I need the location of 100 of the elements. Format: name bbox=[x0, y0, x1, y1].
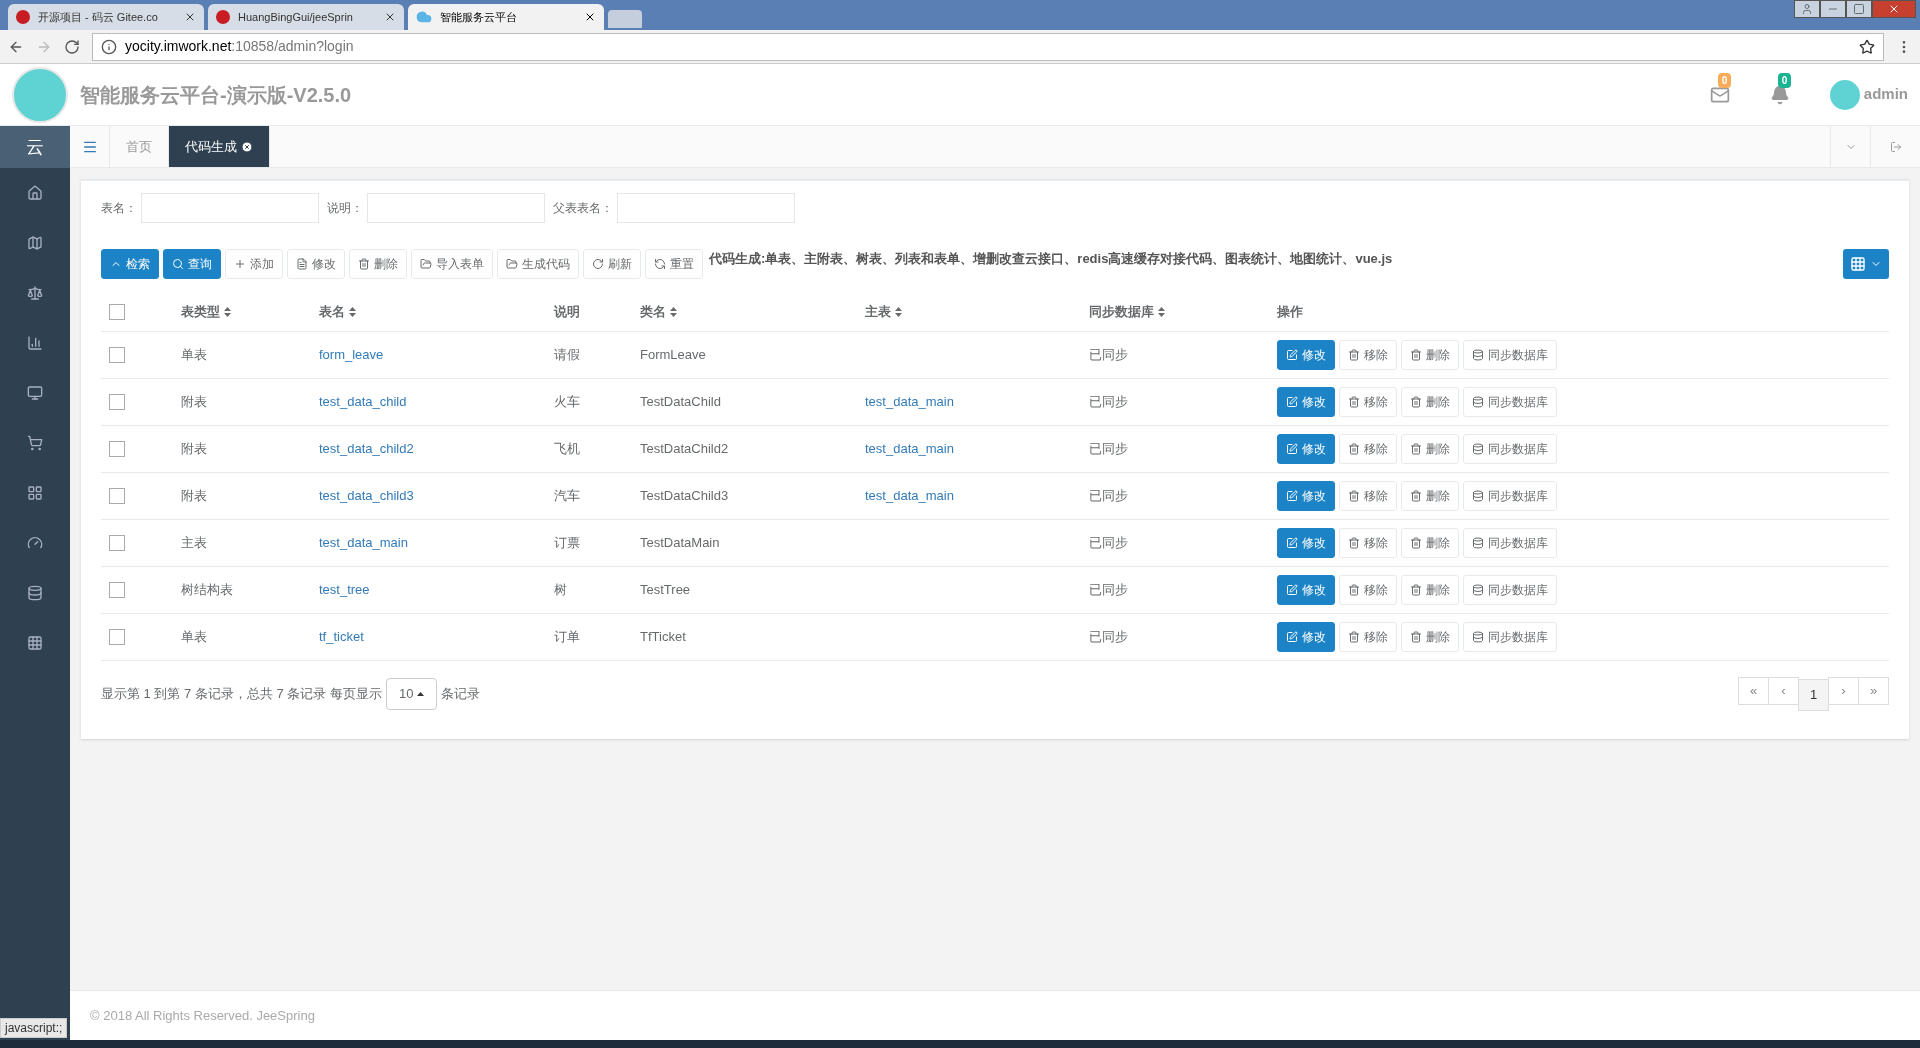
button[interactable]: 删除 bbox=[1401, 433, 1459, 464]
page-button[interactable]: » bbox=[1858, 676, 1889, 705]
button[interactable]: 移除 bbox=[1339, 480, 1397, 511]
table-link[interactable]: form_leave bbox=[319, 346, 384, 362]
button[interactable]: 同步数据库 bbox=[1463, 386, 1557, 417]
address-bar[interactable]: yocity.imwork.net:10858/admin?login bbox=[92, 32, 1884, 61]
button[interactable]: 删除 bbox=[1401, 574, 1459, 605]
button[interactable]: 修改 bbox=[1277, 527, 1335, 558]
bell-icon[interactable] bbox=[1769, 84, 1790, 105]
page-tab[interactable]: 代码生成 bbox=[169, 126, 270, 167]
column-header[interactable]: 表类型 bbox=[181, 302, 231, 322]
button[interactable]: 移除 bbox=[1339, 433, 1397, 464]
column-header[interactable]: 主表 bbox=[865, 302, 902, 322]
button[interactable]: 移除 bbox=[1339, 386, 1397, 417]
row-checkbox[interactable] bbox=[109, 581, 125, 598]
page-button[interactable]: ‹ bbox=[1768, 676, 1799, 705]
button[interactable]: 同步数据库 bbox=[1463, 433, 1557, 464]
close-icon[interactable] bbox=[584, 11, 596, 23]
row-checkbox[interactable] bbox=[109, 346, 125, 363]
select-all-checkbox[interactable] bbox=[109, 303, 125, 320]
bookmark-star-icon[interactable] bbox=[1859, 38, 1875, 55]
columns-button[interactable] bbox=[1843, 249, 1889, 279]
button[interactable]: 添加 bbox=[225, 249, 283, 279]
minimize-button[interactable] bbox=[1820, 0, 1846, 18]
page-size-select[interactable]: 10 bbox=[386, 677, 438, 710]
database-icon[interactable] bbox=[27, 585, 43, 601]
close-icon[interactable] bbox=[384, 11, 396, 23]
column-header[interactable]: 类名 bbox=[640, 302, 677, 322]
column-header[interactable]: 同步数据库 bbox=[1089, 302, 1165, 322]
table-link[interactable]: test_tree bbox=[319, 581, 370, 597]
button[interactable]: 查询 bbox=[163, 249, 221, 279]
button[interactable]: 同步数据库 bbox=[1463, 621, 1557, 652]
button[interactable]: 修改 bbox=[1277, 339, 1335, 370]
button[interactable]: 同步数据库 bbox=[1463, 574, 1557, 605]
button[interactable]: 修改 bbox=[1277, 480, 1335, 511]
page-button[interactable]: « bbox=[1738, 676, 1769, 705]
close-icon[interactable] bbox=[184, 11, 196, 23]
user-button[interactable] bbox=[1794, 0, 1820, 18]
page-button[interactable]: 1 bbox=[1798, 678, 1829, 711]
restore-button[interactable] bbox=[1846, 0, 1872, 18]
page-button[interactable]: › bbox=[1828, 676, 1859, 705]
button[interactable]: 修改 bbox=[1277, 574, 1335, 605]
button[interactable]: 导入表单 bbox=[411, 249, 493, 279]
table-link[interactable]: test_data_main bbox=[865, 487, 954, 503]
table-link[interactable]: test_data_main bbox=[319, 534, 408, 550]
browser-tab[interactable]: 智能服务云平台 bbox=[408, 4, 604, 30]
map-icon[interactable] bbox=[27, 235, 43, 251]
button[interactable]: 移除 bbox=[1339, 621, 1397, 652]
button[interactable]: 修改 bbox=[1277, 433, 1335, 464]
filter-input[interactable] bbox=[617, 193, 795, 223]
table-link[interactable]: test_data_main bbox=[865, 440, 954, 456]
button[interactable]: 删除 bbox=[1401, 386, 1459, 417]
button[interactable]: 刷新 bbox=[583, 249, 641, 279]
bar-chart-icon[interactable] bbox=[27, 335, 43, 351]
row-checkbox[interactable] bbox=[109, 393, 125, 410]
table-cell: 已同步 bbox=[1089, 534, 1128, 550]
button[interactable]: 同步数据库 bbox=[1463, 527, 1557, 558]
table-link[interactable]: test_data_child3 bbox=[319, 487, 414, 503]
button[interactable]: 移除 bbox=[1339, 574, 1397, 605]
button[interactable]: 删除 bbox=[349, 249, 407, 279]
gauge-icon[interactable] bbox=[27, 535, 43, 551]
button[interactable]: 检索 bbox=[101, 249, 159, 279]
button[interactable]: 同步数据库 bbox=[1463, 480, 1557, 511]
grid-icon[interactable] bbox=[27, 485, 43, 501]
cart-icon[interactable] bbox=[27, 435, 43, 451]
browser-tab[interactable]: 开源项目 - 码云 Gitee.co bbox=[8, 4, 204, 30]
button[interactable]: 移除 bbox=[1339, 339, 1397, 370]
browser-tab[interactable]: HuangBingGui/jeeSprin bbox=[208, 4, 404, 30]
row-checkbox[interactable] bbox=[109, 534, 125, 551]
filter-input[interactable] bbox=[367, 193, 545, 223]
filter-input[interactable] bbox=[141, 193, 319, 223]
table-cell: 已同步 bbox=[1089, 581, 1128, 597]
button[interactable]: 修改 bbox=[1277, 621, 1335, 652]
table-link[interactable]: tf_ticket bbox=[319, 628, 364, 644]
close-icon bbox=[1888, 3, 1900, 15]
close-icon[interactable] bbox=[241, 140, 253, 153]
table-link[interactable]: test_data_child bbox=[319, 393, 407, 409]
filter-label: 表名： bbox=[101, 200, 137, 217]
button[interactable]: 重置 bbox=[645, 249, 703, 279]
monitor-icon[interactable] bbox=[27, 385, 43, 401]
table-link[interactable]: test_data_child2 bbox=[319, 440, 414, 456]
caret-icon bbox=[417, 691, 425, 696]
button[interactable]: 修改 bbox=[287, 249, 345, 279]
row-checkbox[interactable] bbox=[109, 440, 125, 457]
button[interactable]: 删除 bbox=[1401, 480, 1459, 511]
table-icon[interactable] bbox=[27, 635, 43, 651]
scale-icon[interactable] bbox=[27, 285, 43, 301]
button[interactable]: 同步数据库 bbox=[1463, 339, 1557, 370]
home-icon[interactable] bbox=[27, 185, 43, 201]
button[interactable]: 移除 bbox=[1339, 527, 1397, 558]
column-header[interactable]: 表名 bbox=[319, 302, 356, 322]
button[interactable]: 生成代码 bbox=[497, 249, 579, 279]
button[interactable]: 修改 bbox=[1277, 386, 1335, 417]
reload-icon[interactable] bbox=[64, 38, 80, 55]
row-checkbox[interactable] bbox=[109, 628, 125, 645]
button[interactable]: 删除 bbox=[1401, 621, 1459, 652]
row-checkbox[interactable] bbox=[109, 487, 125, 504]
button[interactable]: 删除 bbox=[1401, 527, 1459, 558]
table-link[interactable]: test_data_main bbox=[865, 393, 954, 409]
button[interactable]: 删除 bbox=[1401, 339, 1459, 370]
